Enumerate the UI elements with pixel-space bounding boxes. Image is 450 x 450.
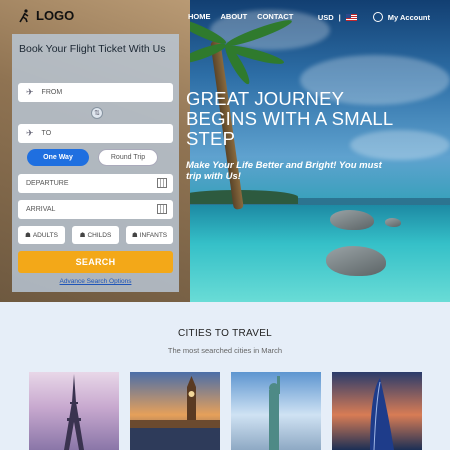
account-nav: USD | My Account — [318, 12, 430, 22]
logo[interactable]: LOGO — [18, 8, 74, 23]
landing-icon: ✈ — [26, 128, 34, 138]
hero-subline: Make Your Life Better and Bright! You mu… — [186, 160, 382, 182]
arrival-placeholder: ARRIVAL — [26, 206, 56, 213]
person-icon: ☗ — [25, 232, 31, 239]
infants-label: INFANTS — [139, 231, 168, 239]
cities-section-subtitle: The most searched cities in March — [167, 346, 283, 355]
person-icon: ☗ — [131, 232, 138, 239]
city-card-dubai[interactable] — [332, 372, 422, 450]
form-title: Book Your Flight Ticket With Us — [19, 43, 166, 55]
to-field[interactable]: ✈ TO — [18, 124, 173, 143]
big-ben-image — [130, 376, 220, 450]
city-card-new-york[interactable] — [231, 372, 321, 450]
cities-section-title: CITIES TO TRAVEL — [177, 328, 273, 339]
search-button[interactable]: SEARCH — [18, 251, 173, 273]
logo-text: LOGO — [36, 8, 75, 23]
my-account-link[interactable]: My Account — [388, 13, 430, 22]
menu-item-about[interactable]: ABOUT — [221, 12, 248, 21]
person-icon: ☗ — [79, 232, 86, 239]
childs-label: CHILDS — [87, 231, 112, 239]
main-menu: HOME ABOUT CONTACT — [188, 12, 293, 21]
round-trip-toggle[interactable]: Round Trip — [98, 149, 158, 166]
departure-placeholder: DEPARTURE — [26, 180, 69, 187]
menu-item-contact[interactable]: CONTACT — [257, 12, 293, 21]
calendar-icon[interactable] — [157, 178, 167, 188]
infants-selector[interactable]: ☗ INFANTS — [126, 226, 173, 244]
swap-icon[interactable]: ⇅ — [91, 107, 103, 119]
menu-item-home[interactable]: HOME — [188, 12, 211, 21]
departure-field[interactable]: DEPARTURE — [18, 174, 173, 193]
eiffel-tower-image — [64, 374, 84, 450]
adults-label: ADULTS — [32, 231, 58, 239]
takeoff-icon: ✈ — [26, 87, 34, 97]
traveler-icon — [19, 8, 29, 22]
divider: | — [338, 12, 341, 22]
flight-booking-form: Book Your Flight Ticket With Us ✈ FROM ⇅… — [12, 34, 179, 292]
from-field[interactable]: ✈ FROM — [18, 83, 173, 102]
adults-selector[interactable]: ☗ ADULTS — [18, 226, 65, 244]
calendar-icon[interactable] — [157, 204, 167, 214]
city-card-paris[interactable] — [29, 372, 119, 450]
one-way-toggle[interactable]: One Way — [27, 149, 89, 166]
user-icon[interactable] — [372, 12, 383, 22]
us-flag-icon[interactable] — [345, 13, 357, 21]
from-placeholder: FROM — [41, 89, 63, 96]
city-card-london[interactable] — [130, 372, 220, 450]
currency-selector[interactable]: USD — [318, 13, 334, 22]
statue-of-liberty-image — [269, 376, 280, 450]
childs-selector[interactable]: ☗ CHILDS — [72, 226, 119, 244]
top-nav: LOGO HOME ABOUT CONTACT USD | My Account — [0, 0, 450, 34]
arrival-field[interactable]: ARRIVAL — [18, 200, 173, 219]
hero-headline: GREAT JOURNEY BEGINS WITH A SMALL STEP — [186, 88, 393, 149]
burj-al-arab-image — [370, 378, 394, 450]
advanced-search-link[interactable]: Advance Search Options — [12, 278, 179, 285]
to-placeholder: TO — [41, 130, 52, 137]
